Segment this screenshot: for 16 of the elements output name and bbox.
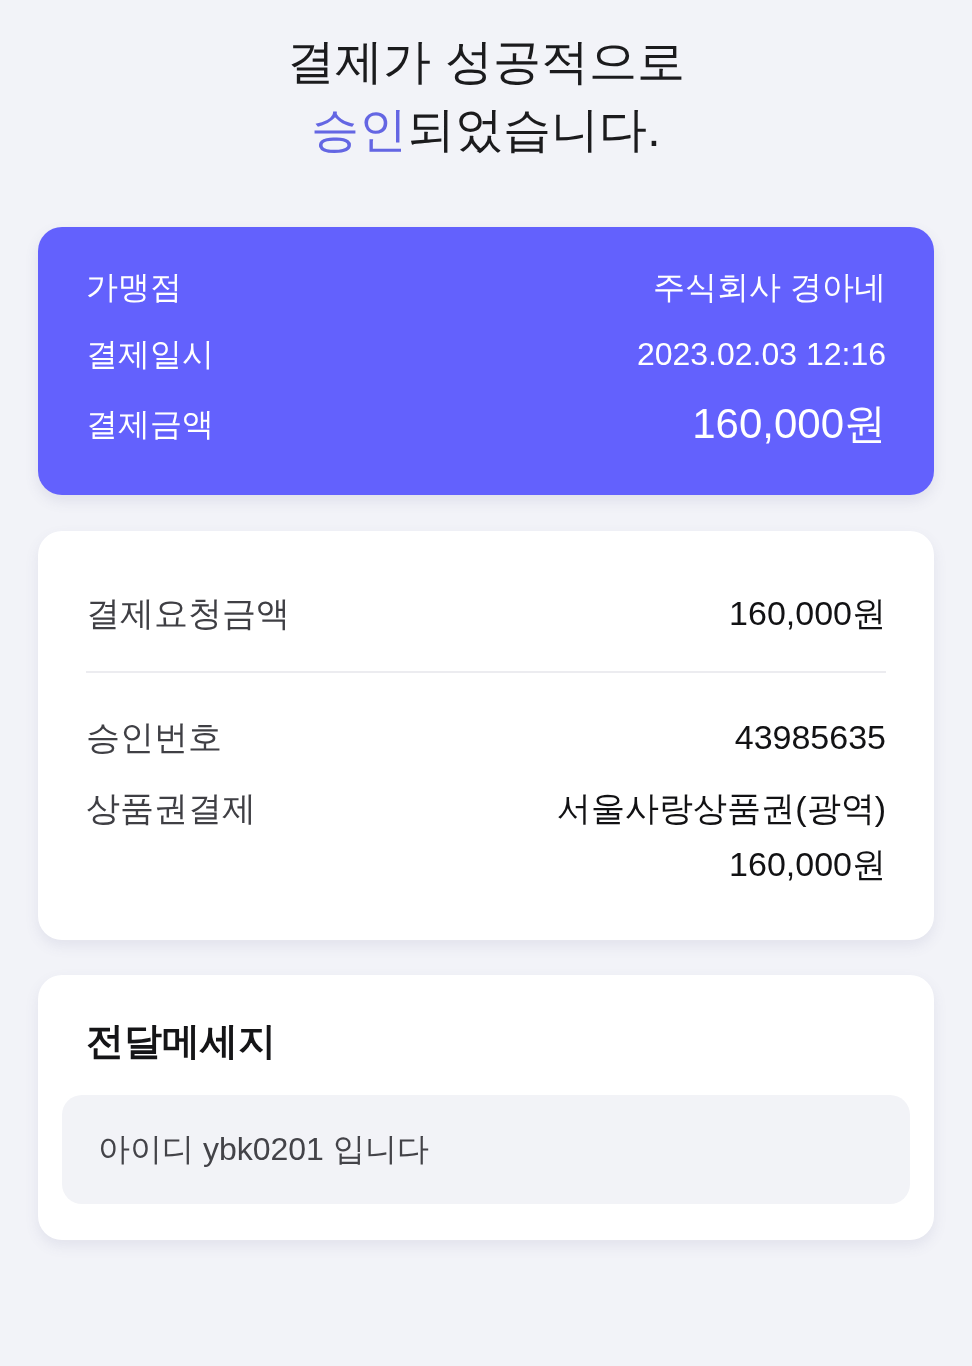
summary-label: 결제금액 bbox=[86, 405, 214, 444]
message-box: 아이디 ybk0201 입니다 bbox=[62, 1095, 910, 1204]
summary-value: 2023.02.03 12:16 bbox=[636, 335, 886, 374]
summary-value: 160,000원 bbox=[692, 399, 886, 449]
detail-label: 승인번호 bbox=[86, 717, 222, 758]
summary-label: 가맹점 bbox=[86, 268, 182, 307]
detail-label: 결제요청금액 bbox=[86, 593, 290, 634]
detail-value: 160,000원 bbox=[729, 844, 886, 885]
detail-value: 서울사랑상품권(광역) bbox=[557, 788, 886, 829]
detail-label: 상품권결제 bbox=[86, 788, 256, 829]
message-title: 전달메세지 bbox=[86, 1019, 277, 1064]
summary-value: 주식회사 경아네 bbox=[653, 268, 886, 307]
summary-label: 결제일시 bbox=[86, 335, 214, 374]
detail-value: 43985635 bbox=[734, 717, 886, 758]
detail-value: 160,000원 bbox=[729, 593, 886, 634]
page-title: 결제가 성공적으로 승인 되었습니다. bbox=[287, 34, 685, 158]
